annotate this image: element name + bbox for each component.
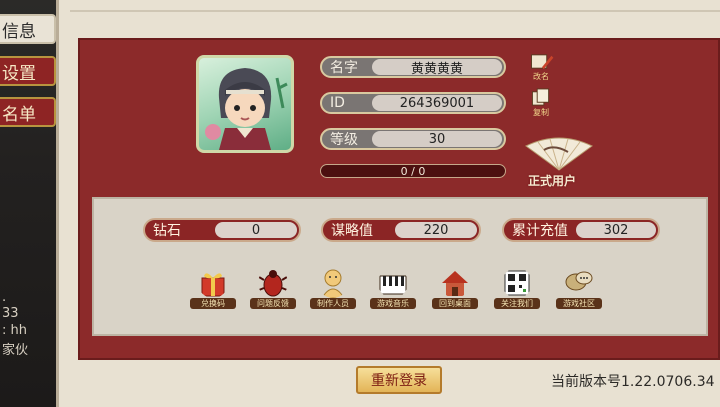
back-to-desktop-label: 回到桌面 (432, 298, 478, 309)
copy-icon (531, 88, 550, 106)
account-type-label: 正式用户 (528, 174, 577, 188)
strategy-label: 谋略值 (331, 223, 373, 239)
copy-caption: 复制 (533, 108, 549, 117)
strategy-value: 220 (395, 222, 477, 238)
back-to-desktop-button[interactable]: 回到桌面 (432, 266, 478, 312)
diamond-value: 0 (215, 222, 297, 238)
follow-us-label: 关注我们 (494, 298, 540, 309)
level-field: 等级 30 (320, 128, 506, 150)
copy-id-button[interactable]: 复制 (526, 88, 556, 118)
follow-us-button[interactable]: 关注我们 (494, 266, 540, 312)
avatar-portrait-icon (205, 68, 288, 150)
redeem-code-button[interactable]: 兑换码 (190, 266, 236, 312)
feedback-button[interactable]: 问题反馈 (250, 266, 296, 312)
level-value: 30 (372, 131, 502, 147)
game-music-button[interactable]: 游戏音乐 (370, 266, 416, 312)
redeem-code-label: 兑换码 (190, 298, 236, 309)
sidebar-tab-label: 名单 (2, 104, 36, 125)
game-music-label: 游戏音乐 (370, 298, 416, 309)
piano-icon (379, 275, 407, 295)
avatar[interactable] (196, 55, 294, 153)
chat-line: : hh (2, 323, 27, 338)
person-icon (321, 269, 345, 298)
id-field: ID 264369001 (320, 92, 506, 114)
bug-icon (258, 270, 288, 297)
sidebar-tab-label: 信息 (2, 21, 36, 42)
chat-line: . (2, 290, 7, 305)
name-value: 黄黄黄黄 (372, 59, 502, 77)
name-label: 名字 (330, 60, 358, 76)
recharge-label: 累计充值 (512, 223, 568, 239)
feedback-label: 问题反馈 (250, 298, 296, 309)
community-label: 游戏社区 (556, 298, 602, 309)
sidebar-tab-label: 设置 (2, 63, 36, 84)
id-label: ID (330, 95, 345, 111)
level-label: 等级 (330, 132, 358, 148)
version-text: 当前版本号1.22.0706.34 (551, 374, 715, 390)
diamond-label: 钻石 (153, 223, 181, 239)
pencil-icon (531, 54, 554, 70)
name-field: 名字 黄黄黄黄 (320, 56, 506, 78)
gift-icon (201, 273, 225, 297)
chat-line: 33 (2, 306, 19, 321)
diamond-stat: 钻石 0 (143, 218, 301, 242)
relogin-label: 重新登录 (371, 373, 427, 389)
community-button[interactable]: 游戏社区 (556, 266, 602, 312)
rename-button[interactable]: 改名 (526, 52, 556, 82)
sidebar-tab-settings[interactable]: 设置 (0, 56, 56, 86)
credits-label: 制作人员 (310, 298, 356, 309)
exp-progress-bar: 0 / 0 (320, 164, 506, 178)
strategy-stat: 谋略值 220 (321, 218, 481, 242)
left-sidebar: 信息 设置 名单 . 33 : hh 家伙 (0, 0, 58, 407)
chat-line: 家伙 (2, 343, 29, 358)
rename-caption: 改名 (533, 72, 549, 81)
qrcode-icon (504, 270, 530, 296)
credits-button[interactable]: 制作人员 (310, 266, 356, 312)
frame-divider (70, 0, 720, 12)
fan-icon (525, 137, 593, 171)
exp-progress-text: 0 / 0 (400, 164, 426, 178)
id-value: 264369001 (372, 95, 502, 111)
sidebar-tab-list[interactable]: 名单 (0, 97, 56, 127)
recharge-stat: 累计充值 302 (502, 218, 660, 242)
recharge-value: 302 (576, 222, 656, 238)
chat-bubble-icon (565, 271, 593, 291)
home-icon (442, 271, 468, 296)
relogin-button[interactable]: 重新登录 (356, 366, 442, 394)
sidebar-tab-info[interactable]: 信息 (0, 14, 56, 44)
